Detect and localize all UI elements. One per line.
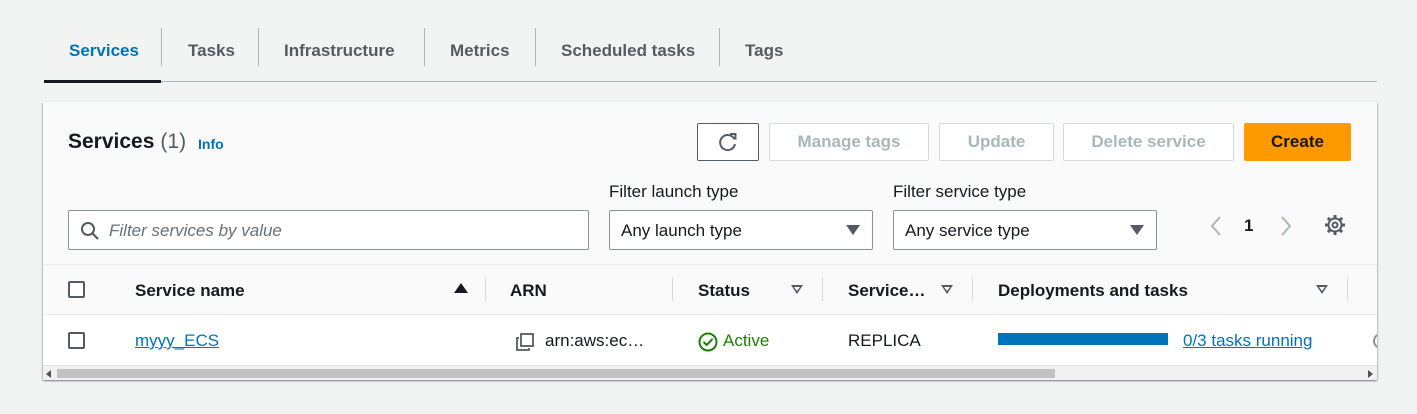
- tab-tags[interactable]: Tags: [745, 22, 783, 80]
- column-header-deployments[interactable]: Deployments and tasks: [998, 281, 1188, 301]
- column-header-arn[interactable]: ARN: [510, 281, 547, 301]
- manage-tags-button[interactable]: Manage tags: [769, 123, 929, 161]
- service-count: (1): [160, 130, 187, 153]
- active-tab-indicator: [44, 80, 161, 83]
- column-header-service-type[interactable]: Service…: [848, 281, 926, 301]
- sort-descending-icon[interactable]: [941, 285, 953, 294]
- sort-ascending-icon[interactable]: [454, 283, 468, 293]
- panel-title-text: Services: [68, 130, 155, 153]
- search-placeholder: Filter services by value: [109, 221, 282, 240]
- delete-service-button[interactable]: Delete service: [1063, 123, 1234, 161]
- status-success-icon: [698, 332, 718, 352]
- column-header-status[interactable]: Status: [698, 281, 750, 301]
- panel-header: Services (1) Info Manage tags Update Dele…: [43, 102, 1377, 265]
- scroll-left-icon[interactable]: [46, 370, 51, 378]
- launch-type-value: Any launch type: [621, 221, 742, 240]
- info-link[interactable]: Info: [198, 136, 224, 152]
- column-resizer[interactable]: [822, 277, 823, 301]
- gear-icon[interactable]: [1324, 214, 1346, 236]
- caret-down-icon: [1130, 225, 1144, 235]
- tab-divider: [424, 28, 425, 66]
- column-header-service-name[interactable]: Service name: [135, 281, 245, 301]
- tab-divider: [161, 28, 162, 66]
- search-icon: [81, 222, 99, 240]
- tab-scheduled-tasks[interactable]: Scheduled tasks: [561, 22, 695, 80]
- service-name-link[interactable]: myyy_ECS: [135, 331, 219, 351]
- service-type-value: Any service type: [905, 221, 1030, 240]
- services-panel: Services (1) Info Manage tags Update Dele…: [43, 102, 1377, 380]
- tab-tasks[interactable]: Tasks: [188, 22, 235, 80]
- tab-infrastructure[interactable]: Infrastructure: [284, 22, 395, 80]
- caret-down-icon: [846, 225, 860, 235]
- tab-divider: [719, 28, 720, 66]
- table-header: Service name ARN Status Service… Deploym…: [43, 265, 1377, 315]
- tab-services[interactable]: Services: [69, 22, 139, 80]
- sort-descending-icon[interactable]: [791, 285, 803, 294]
- service-type-value: REPLICA: [848, 331, 921, 350]
- select-all-checkbox[interactable]: [68, 281, 85, 298]
- create-button[interactable]: Create: [1244, 123, 1351, 161]
- column-resizer[interactable]: [972, 277, 973, 301]
- column-resizer[interactable]: [485, 277, 486, 301]
- tab-divider: [535, 28, 536, 66]
- panel-title: Services (1): [68, 130, 186, 154]
- arn-value: arn:aws:ec…: [545, 331, 645, 350]
- refresh-button[interactable]: [697, 123, 759, 161]
- service-type-label: Filter service type: [893, 182, 1027, 201]
- search-input[interactable]: Filter services by value: [68, 210, 589, 250]
- horizontal-scrollbar[interactable]: [43, 365, 1377, 380]
- tasks-progress-bar: [998, 333, 1168, 345]
- tab-metrics[interactable]: Metrics: [450, 22, 510, 80]
- status-value: Active: [723, 331, 770, 350]
- table-row: myyy_ECS arn:aws:ec… Active REPLICA 0/3 …: [43, 315, 1377, 367]
- launch-type-select[interactable]: Any launch type: [609, 210, 873, 250]
- next-column-icon: [1373, 333, 1377, 349]
- launch-type-label: Filter launch type: [609, 182, 739, 201]
- chevron-left-icon[interactable]: [1209, 215, 1223, 237]
- page-number[interactable]: 1: [1244, 216, 1253, 236]
- scroll-right-icon[interactable]: [1368, 370, 1373, 378]
- tab-divider: [258, 28, 259, 66]
- chevron-right-icon[interactable]: [1279, 215, 1293, 237]
- tab-bar: Services Tasks Infrastructure Metrics Sc…: [44, 22, 1377, 83]
- update-button[interactable]: Update: [939, 123, 1054, 161]
- refresh-icon: [719, 133, 737, 151]
- scrollbar-thumb[interactable]: [57, 369, 1055, 378]
- tasks-running-link[interactable]: 0/3 tasks running: [1183, 331, 1312, 351]
- column-resizer[interactable]: [672, 277, 673, 301]
- copy-icon[interactable]: [516, 333, 534, 351]
- sort-descending-icon[interactable]: [1316, 285, 1328, 294]
- column-resizer[interactable]: [1347, 277, 1348, 301]
- service-type-select[interactable]: Any service type: [893, 210, 1157, 250]
- row-checkbox[interactable]: [68, 332, 85, 349]
